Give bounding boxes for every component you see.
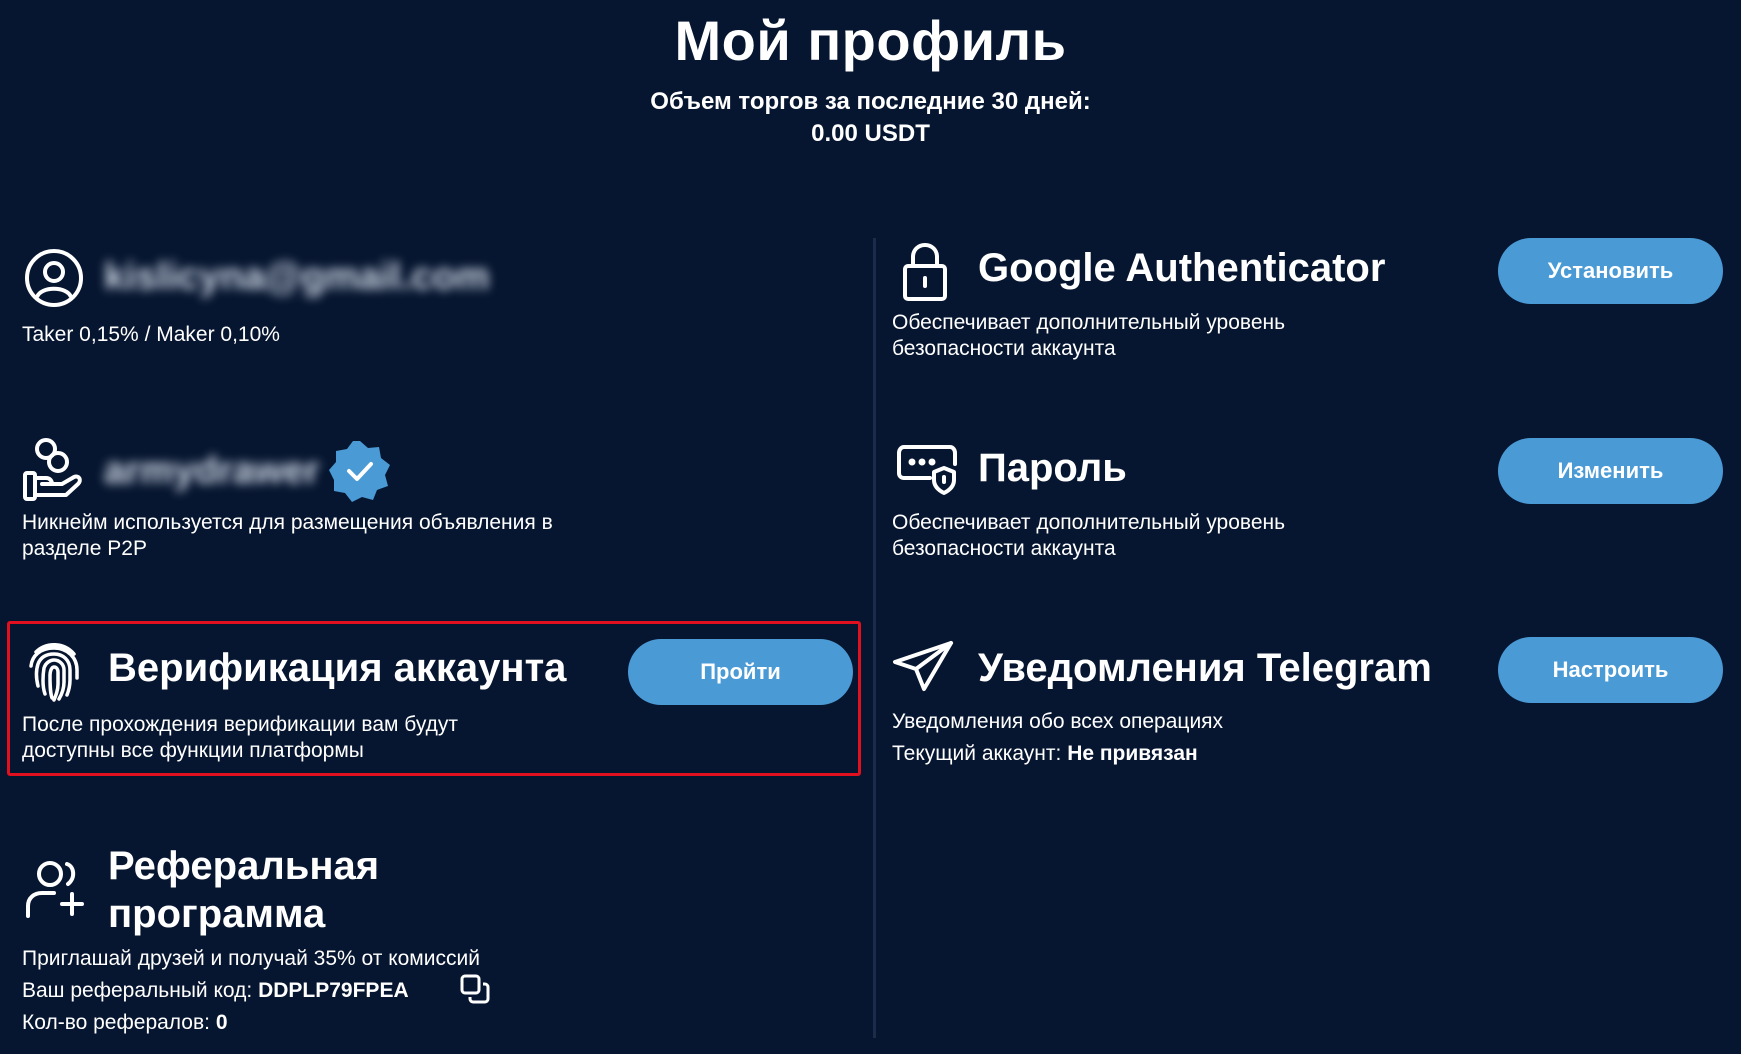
verified-badge-icon — [328, 439, 392, 508]
fingerprint-icon — [26, 640, 82, 702]
password-description-line2: безопасности аккаунта — [892, 537, 1116, 560]
referral-code-row: Ваш реферальный код: DDPLP79FPEA — [22, 978, 409, 1004]
user-circle-icon — [24, 248, 84, 308]
referral-title: Реферальная программа — [108, 842, 379, 938]
telegram-title: Уведомления Telegram — [978, 646, 1432, 690]
verify-button[interactable]: Пройти — [628, 639, 853, 705]
password-description-line1: Обеспечивает дополнительный уровень — [892, 511, 1286, 534]
referral-title-line1: Реферальная — [108, 844, 380, 888]
verification-description-line1: После прохождения верификации вам будут — [22, 713, 459, 736]
profile-page: Мой профиль Объем торгов за последние 30… — [0, 0, 1741, 1054]
telegram-account-label: Текущий аккаунт: — [892, 742, 1062, 765]
column-divider — [873, 238, 876, 1038]
password-title: Пароль — [978, 446, 1127, 490]
referral-count-label: Кол-во рефералов: — [22, 1011, 210, 1034]
telegram-description: Уведомления обо всех операциях — [892, 710, 1224, 733]
lock-icon — [902, 242, 948, 302]
google-auth-title: Google Authenticator — [978, 246, 1386, 290]
verification-title: Верификация аккаунта — [108, 646, 567, 690]
telegram-account-value: Не привязан — [1067, 742, 1198, 765]
google-auth-description-line2: безопасности аккаунта — [892, 337, 1116, 360]
google-auth-description-line1: Обеспечивает дополнительный уровень — [892, 311, 1286, 334]
nickname-value: armydrawer — [104, 450, 320, 492]
nickname-description-line2: разделе P2P — [22, 537, 147, 560]
referral-code-label: Ваш реферальный код: — [22, 979, 253, 1002]
account-email: kislicyna@gmail.com — [104, 256, 490, 298]
verification-description-line2: доступны все функции платформы — [22, 739, 364, 762]
page-title: Мой профиль — [674, 9, 1067, 72]
trading-volume-value: 0.00 USDT — [811, 120, 930, 147]
referral-count-value: 0 — [215, 1011, 228, 1034]
trading-volume-label: Объем торгов за последние 30 дней: — [650, 88, 1091, 115]
configure-telegram-button[interactable]: Настроить — [1498, 637, 1723, 703]
referral-promo: Приглашай друзей и получай 35% от комисс… — [22, 947, 480, 970]
copy-icon[interactable] — [460, 974, 490, 1004]
nickname-description-line1: Никнейм используется для размещения объя… — [22, 511, 553, 534]
hand-coins-icon — [22, 437, 86, 503]
install-google-auth-button[interactable]: Установить — [1498, 238, 1723, 304]
paper-plane-icon — [892, 640, 954, 692]
password-shield-icon — [896, 444, 958, 496]
user-plus-icon — [24, 858, 86, 920]
telegram-account-row: Текущий аккаунт: Не привязан — [892, 741, 1198, 767]
change-password-button[interactable]: Изменить — [1498, 438, 1723, 504]
referral-title-line2: программа — [108, 892, 326, 936]
referral-code-value[interactable]: DDPLP79FPEA — [258, 979, 409, 1002]
referral-count-row: Кол-во рефералов: 0 — [22, 1010, 228, 1036]
fee-rates: Taker 0,15% / Maker 0,10% — [22, 323, 280, 346]
